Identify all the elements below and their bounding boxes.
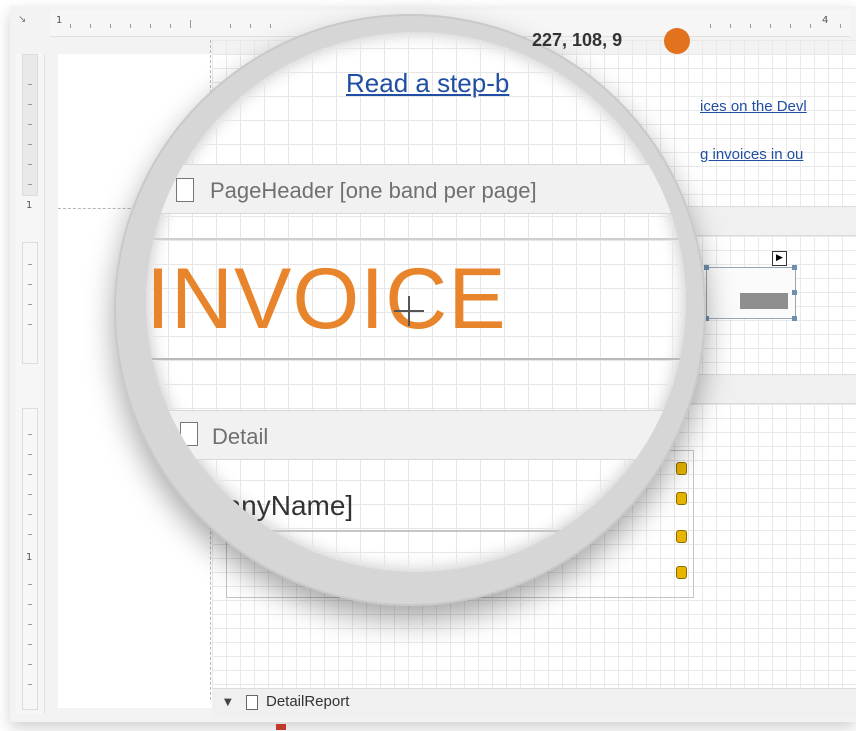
step-by-step-link[interactable]: Read a step-b [346,68,509,99]
detail-band-label: Detail [212,424,269,449]
invoice-title[interactable]: INVOICE [146,250,507,349]
ruler-label-1: 1 [26,200,33,211]
detail-band-icon [180,422,198,446]
move-cursor-icon [394,296,424,326]
ruler-label-1: 1 [56,15,63,26]
band-icon [246,695,258,710]
company-name-field[interactable]: oanyName] [210,490,686,532]
collapse-arrow-icon[interactable]: ▼ [224,697,232,708]
marker [276,724,286,730]
resize-handle[interactable] [704,265,709,270]
devexpress-link[interactable]: ices on the Devl [700,98,856,115]
invoices-link[interactable]: g invoices in ou [700,146,856,163]
ruler-corner-icon[interactable]: ↘ [18,14,38,34]
ruler-label-4: 4 [822,15,829,26]
color-indicator [664,28,690,54]
detail-report-label: DetailReport [266,693,350,710]
header-divider [146,358,686,360]
page-header-band-icon [176,178,194,202]
magnifier-lens: Read a step-b PageHeader [one band per p… [146,32,686,572]
cursor-coordinates: 227, 108, 9 [532,30,623,50]
resize-handle[interactable] [792,265,797,270]
band-separator [146,238,686,240]
selected-control-fill [740,293,788,309]
ruler-label-1: 1 [26,552,33,563]
name-field[interactable]: [s me] [210,542,686,572]
resize-handle[interactable] [792,316,797,321]
smart-tag-icon[interactable]: ▶ [772,251,787,266]
vertical-ruler: 1 1 [16,54,45,714]
page-header-band-label: PageHeader [one band per page] [210,178,537,203]
resize-handle[interactable] [792,290,797,295]
